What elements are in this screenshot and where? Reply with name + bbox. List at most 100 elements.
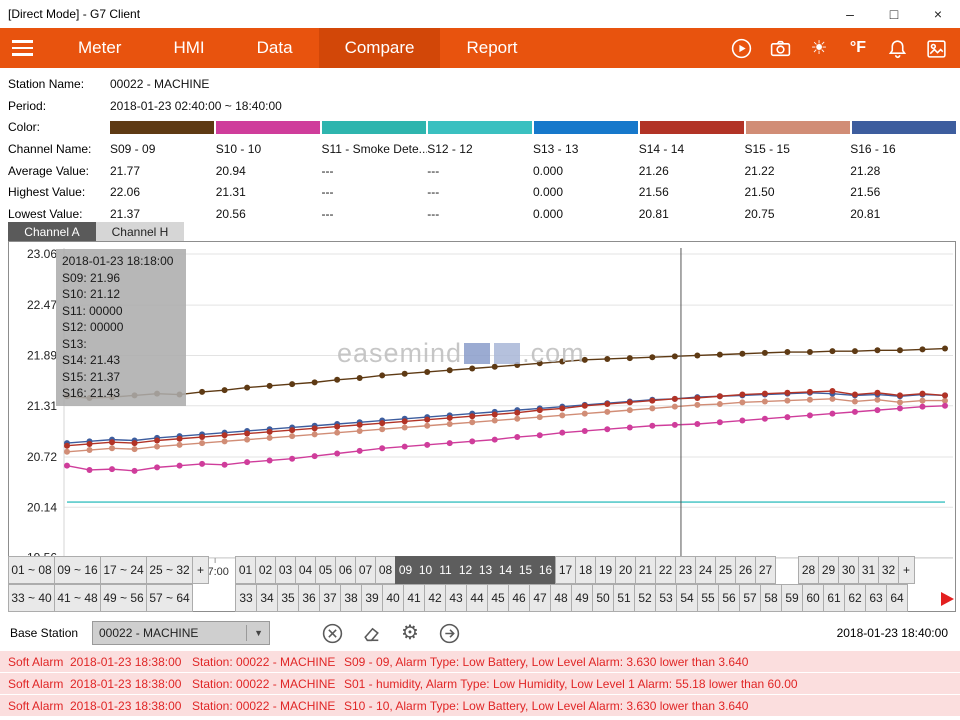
channel-button-60[interactable]: 60 (802, 584, 824, 612)
channel-button-14[interactable]: 14 (495, 556, 516, 584)
go-to-icon[interactable] (437, 621, 461, 645)
channel-button-52[interactable]: 52 (634, 584, 656, 612)
channel-button-58[interactable]: 58 (760, 584, 782, 612)
channel-button-49[interactable]: 49 (571, 584, 593, 612)
settings-gear-icon[interactable]: ⚙ (398, 621, 422, 645)
add-channel-button[interactable]: + (898, 556, 915, 584)
channel-button-37[interactable]: 37 (319, 584, 341, 612)
channel-button-56[interactable]: 56 (718, 584, 740, 612)
channel-button-63[interactable]: 63 (865, 584, 887, 612)
channel-button-04[interactable]: 04 (295, 556, 316, 584)
channel-button-50[interactable]: 50 (592, 584, 614, 612)
nav-tab-meter[interactable]: Meter (52, 28, 147, 68)
channel-button-13[interactable]: 13 (475, 556, 496, 584)
channel-button-11[interactable]: 11 (435, 556, 456, 584)
eraser-icon[interactable] (359, 621, 383, 645)
channel-button-23[interactable]: 23 (675, 556, 696, 584)
channel-group-button[interactable]: 33 ~ 40 (8, 584, 55, 612)
channel-button-10[interactable]: 10 (415, 556, 436, 584)
alarm-row[interactable]: Soft Alarm2018-01-23 18:38:00Station: 00… (0, 673, 960, 694)
nav-tab-compare[interactable]: Compare (319, 28, 441, 68)
minimize-button[interactable]: – (828, 0, 872, 28)
channel-button-02[interactable]: 02 (255, 556, 276, 584)
nav-tab-data[interactable]: Data (231, 28, 319, 68)
channel-button-59[interactable]: 59 (781, 584, 803, 612)
alarm-row[interactable]: Soft Alarm2018-01-23 18:38:00Station: 00… (0, 695, 960, 716)
channel-button-40[interactable]: 40 (382, 584, 404, 612)
channel-button-47[interactable]: 47 (529, 584, 551, 612)
channel-button-06[interactable]: 06 (335, 556, 356, 584)
channel-button-51[interactable]: 51 (613, 584, 635, 612)
brightness-sun-icon[interactable]: ☀ (807, 36, 831, 60)
channel-group-button[interactable]: 49 ~ 56 (100, 584, 147, 612)
alarm-bell-icon[interactable] (885, 36, 909, 60)
tab-channel-a[interactable]: Channel A (8, 222, 96, 241)
channel-button-27[interactable]: 27 (755, 556, 776, 584)
channel-button-39[interactable]: 39 (361, 584, 383, 612)
channel-button-07[interactable]: 07 (355, 556, 376, 584)
channel-button-30[interactable]: 30 (838, 556, 859, 584)
channel-button-45[interactable]: 45 (487, 584, 509, 612)
channel-button-36[interactable]: 36 (298, 584, 320, 612)
camera-icon[interactable] (768, 36, 792, 60)
channel-button-18[interactable]: 18 (575, 556, 596, 584)
tab-channel-h[interactable]: Channel H (96, 222, 184, 241)
clear-icon[interactable] (320, 621, 344, 645)
channel-button-38[interactable]: 38 (340, 584, 362, 612)
nav-tab-hmi[interactable]: HMI (147, 28, 230, 68)
channel-button-28[interactable]: 28 (798, 556, 819, 584)
save-image-icon[interactable] (924, 36, 948, 60)
channel-button-61[interactable]: 61 (823, 584, 845, 612)
channel-button-64[interactable]: 64 (886, 584, 908, 612)
channel-button-34[interactable]: 34 (256, 584, 278, 612)
channel-button-62[interactable]: 62 (844, 584, 866, 612)
channel-button-46[interactable]: 46 (508, 584, 530, 612)
channel-button-03[interactable]: 03 (275, 556, 296, 584)
channel-button-22[interactable]: 22 (655, 556, 676, 584)
fahrenheit-toggle[interactable]: °F (846, 36, 870, 60)
channel-group-button[interactable]: 25 ~ 32 (146, 556, 193, 584)
channel-button-09[interactable]: 09 (395, 556, 416, 584)
channel-button-21[interactable]: 21 (635, 556, 656, 584)
channel-button-26[interactable]: 26 (735, 556, 756, 584)
channel-button-31[interactable]: 31 (858, 556, 879, 584)
base-station-dropdown[interactable]: 00022 - MACHINE ▼ (92, 621, 270, 645)
channel-button-43[interactable]: 43 (445, 584, 467, 612)
channel-button-20[interactable]: 20 (615, 556, 636, 584)
channel-button-57[interactable]: 57 (739, 584, 761, 612)
add-group-button[interactable]: + (192, 556, 209, 584)
channel-button-16[interactable]: 16 (535, 556, 556, 584)
channel-button-29[interactable]: 29 (818, 556, 839, 584)
channel-button-17[interactable]: 17 (555, 556, 576, 584)
channel-button-24[interactable]: 24 (695, 556, 716, 584)
channel-button-08[interactable]: 08 (375, 556, 396, 584)
channel-button-12[interactable]: 12 (455, 556, 476, 584)
channel-group-button[interactable]: 01 ~ 08 (8, 556, 55, 584)
maximize-button[interactable]: □ (872, 0, 916, 28)
channel-button-54[interactable]: 54 (676, 584, 698, 612)
channel-button-44[interactable]: 44 (466, 584, 488, 612)
channel-button-33[interactable]: 33 (235, 584, 257, 612)
channel-button-01[interactable]: 01 (235, 556, 256, 584)
channel-group-button[interactable]: 17 ~ 24 (100, 556, 147, 584)
close-button[interactable]: × (916, 0, 960, 28)
nav-tab-report[interactable]: Report (440, 28, 543, 68)
channel-button-05[interactable]: 05 (315, 556, 336, 584)
channel-button-25[interactable]: 25 (715, 556, 736, 584)
channel-button-15[interactable]: 15 (515, 556, 536, 584)
channel-button-55[interactable]: 55 (697, 584, 719, 612)
next-page-arrow-icon[interactable] (941, 592, 954, 606)
run-circle-icon[interactable] (729, 36, 753, 60)
channel-button-35[interactable]: 35 (277, 584, 299, 612)
channel-button-32[interactable]: 32 (878, 556, 899, 584)
alarm-row[interactable]: Soft Alarm2018-01-23 18:38:00Station: 00… (0, 651, 960, 672)
channel-button-41[interactable]: 41 (403, 584, 425, 612)
channel-button-53[interactable]: 53 (655, 584, 677, 612)
channel-group-button[interactable]: 41 ~ 48 (54, 584, 101, 612)
channel-button-48[interactable]: 48 (550, 584, 572, 612)
channel-group-button[interactable]: 09 ~ 16 (54, 556, 101, 584)
menu-icon[interactable] (0, 28, 44, 68)
channel-button-42[interactable]: 42 (424, 584, 446, 612)
channel-group-button[interactable]: 57 ~ 64 (146, 584, 193, 612)
channel-button-19[interactable]: 19 (595, 556, 616, 584)
